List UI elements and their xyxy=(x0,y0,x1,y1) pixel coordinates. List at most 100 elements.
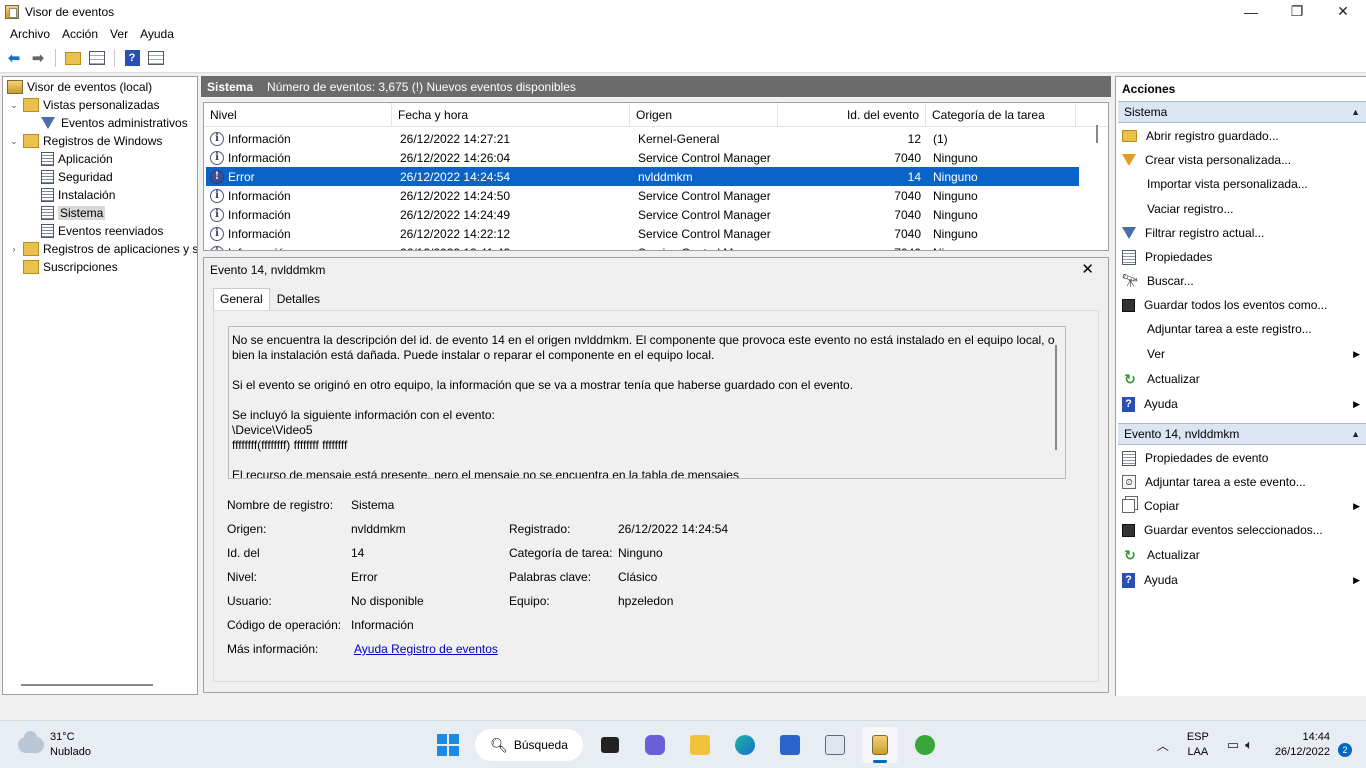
more-info-link[interactable]: Ayuda Registro de eventos xyxy=(354,642,498,656)
file-explorer-button[interactable] xyxy=(682,727,718,763)
event-id-label: Id. del xyxy=(227,546,260,560)
table-row[interactable]: i Información 26/12/2022 14:24:50 Service C… xyxy=(206,186,1079,205)
show-hide-actions-button[interactable] xyxy=(146,48,166,68)
tree-item-aplicaci-n[interactable]: Aplicación xyxy=(27,150,113,168)
action-adjuntar-tarea-a-este-evento[interactable]: ⏲ Adjuntar tarea a este evento... xyxy=(1122,472,1362,492)
action-label: Guardar eventos seleccionados... xyxy=(1144,523,1323,537)
task-view-button[interactable] xyxy=(592,727,628,763)
menu-ver[interactable]: Ver xyxy=(104,27,134,41)
tree-item-label: Eventos administrativos xyxy=(61,116,188,130)
language-indicator[interactable]: ESP LAA xyxy=(1187,730,1209,760)
tree-item-eventos-reenviados[interactable]: Eventos reenviados xyxy=(27,222,163,240)
menu-archivo[interactable]: Archivo xyxy=(4,27,56,41)
network-volume-icons[interactable]: ▭🔈︎ xyxy=(1227,737,1259,753)
tree-item-registros-de-windows[interactable]: ⌄ Registros de Windows xyxy=(9,132,162,150)
store-button[interactable] xyxy=(772,727,808,763)
taskbar-search[interactable]: 🔍︎ Búsqueda xyxy=(475,729,583,761)
performance-monitor-button[interactable] xyxy=(817,727,853,763)
action-ayuda[interactable]: ? Ayuda ▶ xyxy=(1122,570,1362,590)
column-header-task-category[interactable]: Categoría de la tarea xyxy=(926,103,1076,127)
action-guardar-todos-los-eventos-como[interactable]: Guardar todos los eventos como... xyxy=(1122,295,1362,315)
tree-item-visor-de-eventos-local[interactable]: Visor de eventos (local) xyxy=(7,78,152,96)
action-propiedades[interactable]: Propiedades xyxy=(1122,247,1362,267)
event-viewer-taskbar-button[interactable] xyxy=(862,727,898,763)
table-row[interactable]: i Información 26/12/2022 14:24:49 Service C… xyxy=(206,205,1079,224)
tree-item-vistas-personalizadas[interactable]: ⌄ Vistas personalizadas xyxy=(9,96,160,114)
chevron-right-icon[interactable]: › xyxy=(9,244,19,254)
action-abrir-registro-guardado[interactable]: Abrir registro guardado... xyxy=(1122,126,1362,146)
action-actualizar[interactable]: ↻ Actualizar xyxy=(1122,369,1362,389)
action-ver[interactable]: Ver ▶ xyxy=(1122,344,1362,364)
event-viewer-icon xyxy=(872,735,888,755)
table-row[interactable]: ! Error 26/12/2022 14:24:54 nvlddmkm 14 Ningu… xyxy=(206,167,1079,186)
tree-item-seguridad[interactable]: Seguridad xyxy=(27,168,113,186)
date-cell: 26/12/2022 14:24:54 xyxy=(400,169,511,184)
source-cell: Service Control Manager xyxy=(638,207,771,222)
logged-value: 26/12/2022 14:24:54 xyxy=(618,522,729,536)
weather-widget[interactable]: 31°C Nublado xyxy=(18,730,91,760)
action-label: Adjuntar tarea a este evento... xyxy=(1145,475,1306,489)
info-icon: i xyxy=(210,188,224,203)
action-ayuda[interactable]: ? Ayuda ▶ xyxy=(1122,394,1362,414)
back-arrow-icon[interactable]: ⬅ xyxy=(4,48,24,68)
action-filtrar-registro-actual[interactable]: Filtrar registro actual... xyxy=(1122,223,1362,243)
edge-button[interactable] xyxy=(727,727,763,763)
column-header-level[interactable]: Nivel xyxy=(204,103,392,127)
tree-item-registros-de-aplicaciones-y-s[interactable]: › Registros de aplicaciones y s xyxy=(9,240,197,258)
action-adjuntar-tarea-a-este-registro[interactable]: Adjuntar tarea a este registro... xyxy=(1122,319,1362,339)
chevron-down-icon[interactable]: ⌄ xyxy=(9,100,19,111)
level-text: Información xyxy=(228,131,291,146)
category-cell: Ninguno xyxy=(933,207,978,222)
notification-badge[interactable]: 2 xyxy=(1338,743,1352,757)
action-propiedades-de-evento[interactable]: Propiedades de evento xyxy=(1122,448,1362,468)
utorrent-button[interactable] xyxy=(907,727,943,763)
column-header-source[interactable]: Origen xyxy=(630,103,778,127)
actions-section-log[interactable]: Sistema ▲ xyxy=(1118,101,1366,123)
error-icon: ! xyxy=(210,169,224,184)
tree-item-sistema[interactable]: Sistema xyxy=(27,204,106,222)
log-icon xyxy=(41,188,54,202)
chevron-up-icon[interactable]: ︿ xyxy=(1157,737,1169,754)
column-header-event-id[interactable]: Id. del evento xyxy=(778,103,926,127)
tab-general[interactable]: General xyxy=(213,288,270,310)
chat-button[interactable] xyxy=(637,727,673,763)
table-row[interactable]: i Información 26/12/2022 14:22:12 Service C… xyxy=(206,224,1079,243)
window-title: Visor de eventos xyxy=(25,4,115,19)
close-detail-icon[interactable]: ✕ xyxy=(1081,260,1094,278)
up-folder-button[interactable] xyxy=(63,48,83,68)
clock[interactable]: 14:44 26/12/2022 xyxy=(1275,730,1330,760)
action-actualizar[interactable]: ↻ Actualizar xyxy=(1122,545,1362,565)
chevron-down-icon[interactable]: ⌄ xyxy=(9,136,19,147)
column-header-date[interactable]: Fecha y hora xyxy=(392,103,630,127)
actions-section-event[interactable]: Evento 14, nvlddmkm ▲ xyxy=(1118,423,1366,445)
filter-y-icon xyxy=(1122,154,1136,166)
menu-accion[interactable]: Acción xyxy=(56,27,104,41)
tree-item-eventos-administrativos[interactable]: Eventos administrativos xyxy=(27,114,188,132)
action-copiar[interactable]: Copiar ▶ xyxy=(1122,496,1362,516)
close-button[interactable]: ✕ xyxy=(1320,0,1366,23)
action-guardar-eventos-seleccionados[interactable]: Guardar eventos seleccionados... xyxy=(1122,520,1362,540)
tree-scrollbar[interactable] xyxy=(21,684,153,686)
forward-arrow-icon[interactable]: ➡ xyxy=(28,48,48,68)
event-detail-title: Evento 14, nvlddmkm xyxy=(210,263,326,277)
action-buscar[interactable]: 🔭︎ Buscar... xyxy=(1122,271,1362,291)
minimize-button[interactable]: — xyxy=(1228,0,1274,23)
start-button[interactable] xyxy=(430,727,466,763)
tree-item-instalaci-n[interactable]: Instalación xyxy=(27,186,115,204)
maximize-button[interactable]: ❐ xyxy=(1274,0,1320,23)
table-row[interactable]: i Información 26/12/2022 13:41:42Service C… xyxy=(206,243,1079,250)
action-crear-vista-personalizada[interactable]: Crear vista personalizada... xyxy=(1122,150,1362,170)
tab-details[interactable]: Detalles xyxy=(270,288,327,310)
action-importar-vista-personalizada[interactable]: Importar vista personalizada... xyxy=(1122,174,1362,194)
table-row[interactable]: i Información 26/12/2022 14:26:04 Service C… xyxy=(206,148,1079,167)
tree-item-label: Sistema xyxy=(58,206,106,220)
console-tree: Visor de eventos (local) ⌄ Vistas personal… xyxy=(2,76,198,695)
table-row[interactable]: i Información 26/12/2022 14:27:21 Kernel-Ge… xyxy=(206,129,1079,148)
help-button[interactable]: ? xyxy=(122,48,142,68)
menu-ayuda[interactable]: Ayuda xyxy=(134,27,180,41)
action-vaciar-registro[interactable]: Vaciar registro... xyxy=(1122,199,1362,219)
events-table-scrollbar[interactable] xyxy=(1096,125,1098,143)
tree-item-suscripciones[interactable]: Suscripciones xyxy=(9,258,118,276)
show-hide-tree-button[interactable] xyxy=(87,48,107,68)
keywords-label: Palabras clave: xyxy=(509,570,592,584)
